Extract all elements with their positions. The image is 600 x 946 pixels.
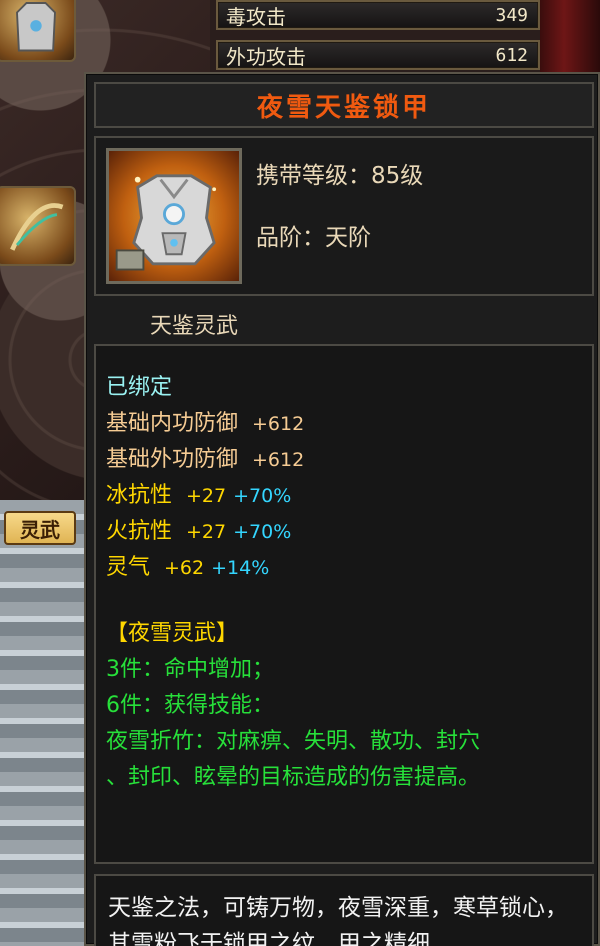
stat-row-external-attack: 外功攻击 612 [216, 40, 540, 70]
stat-label: 外功攻击 [226, 44, 306, 69]
background-scenery [0, 500, 90, 946]
resist-stat-fire: 火抗性 +27 +70% [106, 519, 292, 544]
stat-label: 毒攻击 [226, 4, 286, 29]
stat-value: 612 [495, 44, 528, 66]
set-skill-line-1: 夜雪折竹：对麻痹、失明、散功、封穴 [106, 729, 481, 754]
set-bonus-6: 6件：获得技能： [106, 693, 274, 718]
base-stat-external-defense: 基础外功防御 +612 [106, 447, 305, 472]
tab-lingwu[interactable]: 灵武 [4, 511, 76, 545]
bound-status: 已绑定 [106, 375, 173, 400]
resist-stat-spirit: 灵气 +62 +14% [106, 555, 270, 580]
base-stat-internal-defense: 基础内功防御 +612 [106, 411, 305, 436]
set-bonus-3: 3件：命中增加； [106, 657, 274, 682]
set-skill-line-2: 、封印、眩晕的目标造成的伤害提高。 [106, 765, 481, 790]
carry-level: 携带等级：85级 [256, 163, 424, 189]
item-stats: 已绑定 基础内功防御 +612 基础外功防御 +612 冰抗性 +27 +70%… [94, 344, 594, 864]
armor-icon [16, 2, 56, 52]
item-tooltip: 夜雪天鉴锁甲 携带等级：85级 品阶：天阶 天鉴灵武 已绑定 基础内功防御 +6… [84, 72, 600, 946]
weapon-icon [10, 203, 64, 251]
resist-stat-ice: 冰抗性 +27 +70% [106, 483, 292, 508]
equipment-slot-weapon[interactable] [0, 186, 76, 266]
item-category: 天鉴灵武 [150, 314, 239, 339]
set-name: 【夜雪灵武】 [106, 621, 239, 646]
item-header: 携带等级：85级 品阶：天阶 [94, 136, 594, 296]
item-title: 夜雪天鉴锁甲 [94, 82, 594, 128]
equipment-slot-armor[interactable] [0, 0, 76, 62]
stat-value: 349 [495, 4, 528, 26]
armor-item-icon [106, 148, 242, 284]
item-grade: 品阶：天阶 [256, 225, 371, 251]
stat-row-poison-attack: 毒攻击 349 [216, 0, 540, 30]
item-description: 天鉴之法，可铸万物，夜雪深重，寒草锁心，其雪粉飞于锁甲之纹，甲之精细 [94, 874, 594, 946]
